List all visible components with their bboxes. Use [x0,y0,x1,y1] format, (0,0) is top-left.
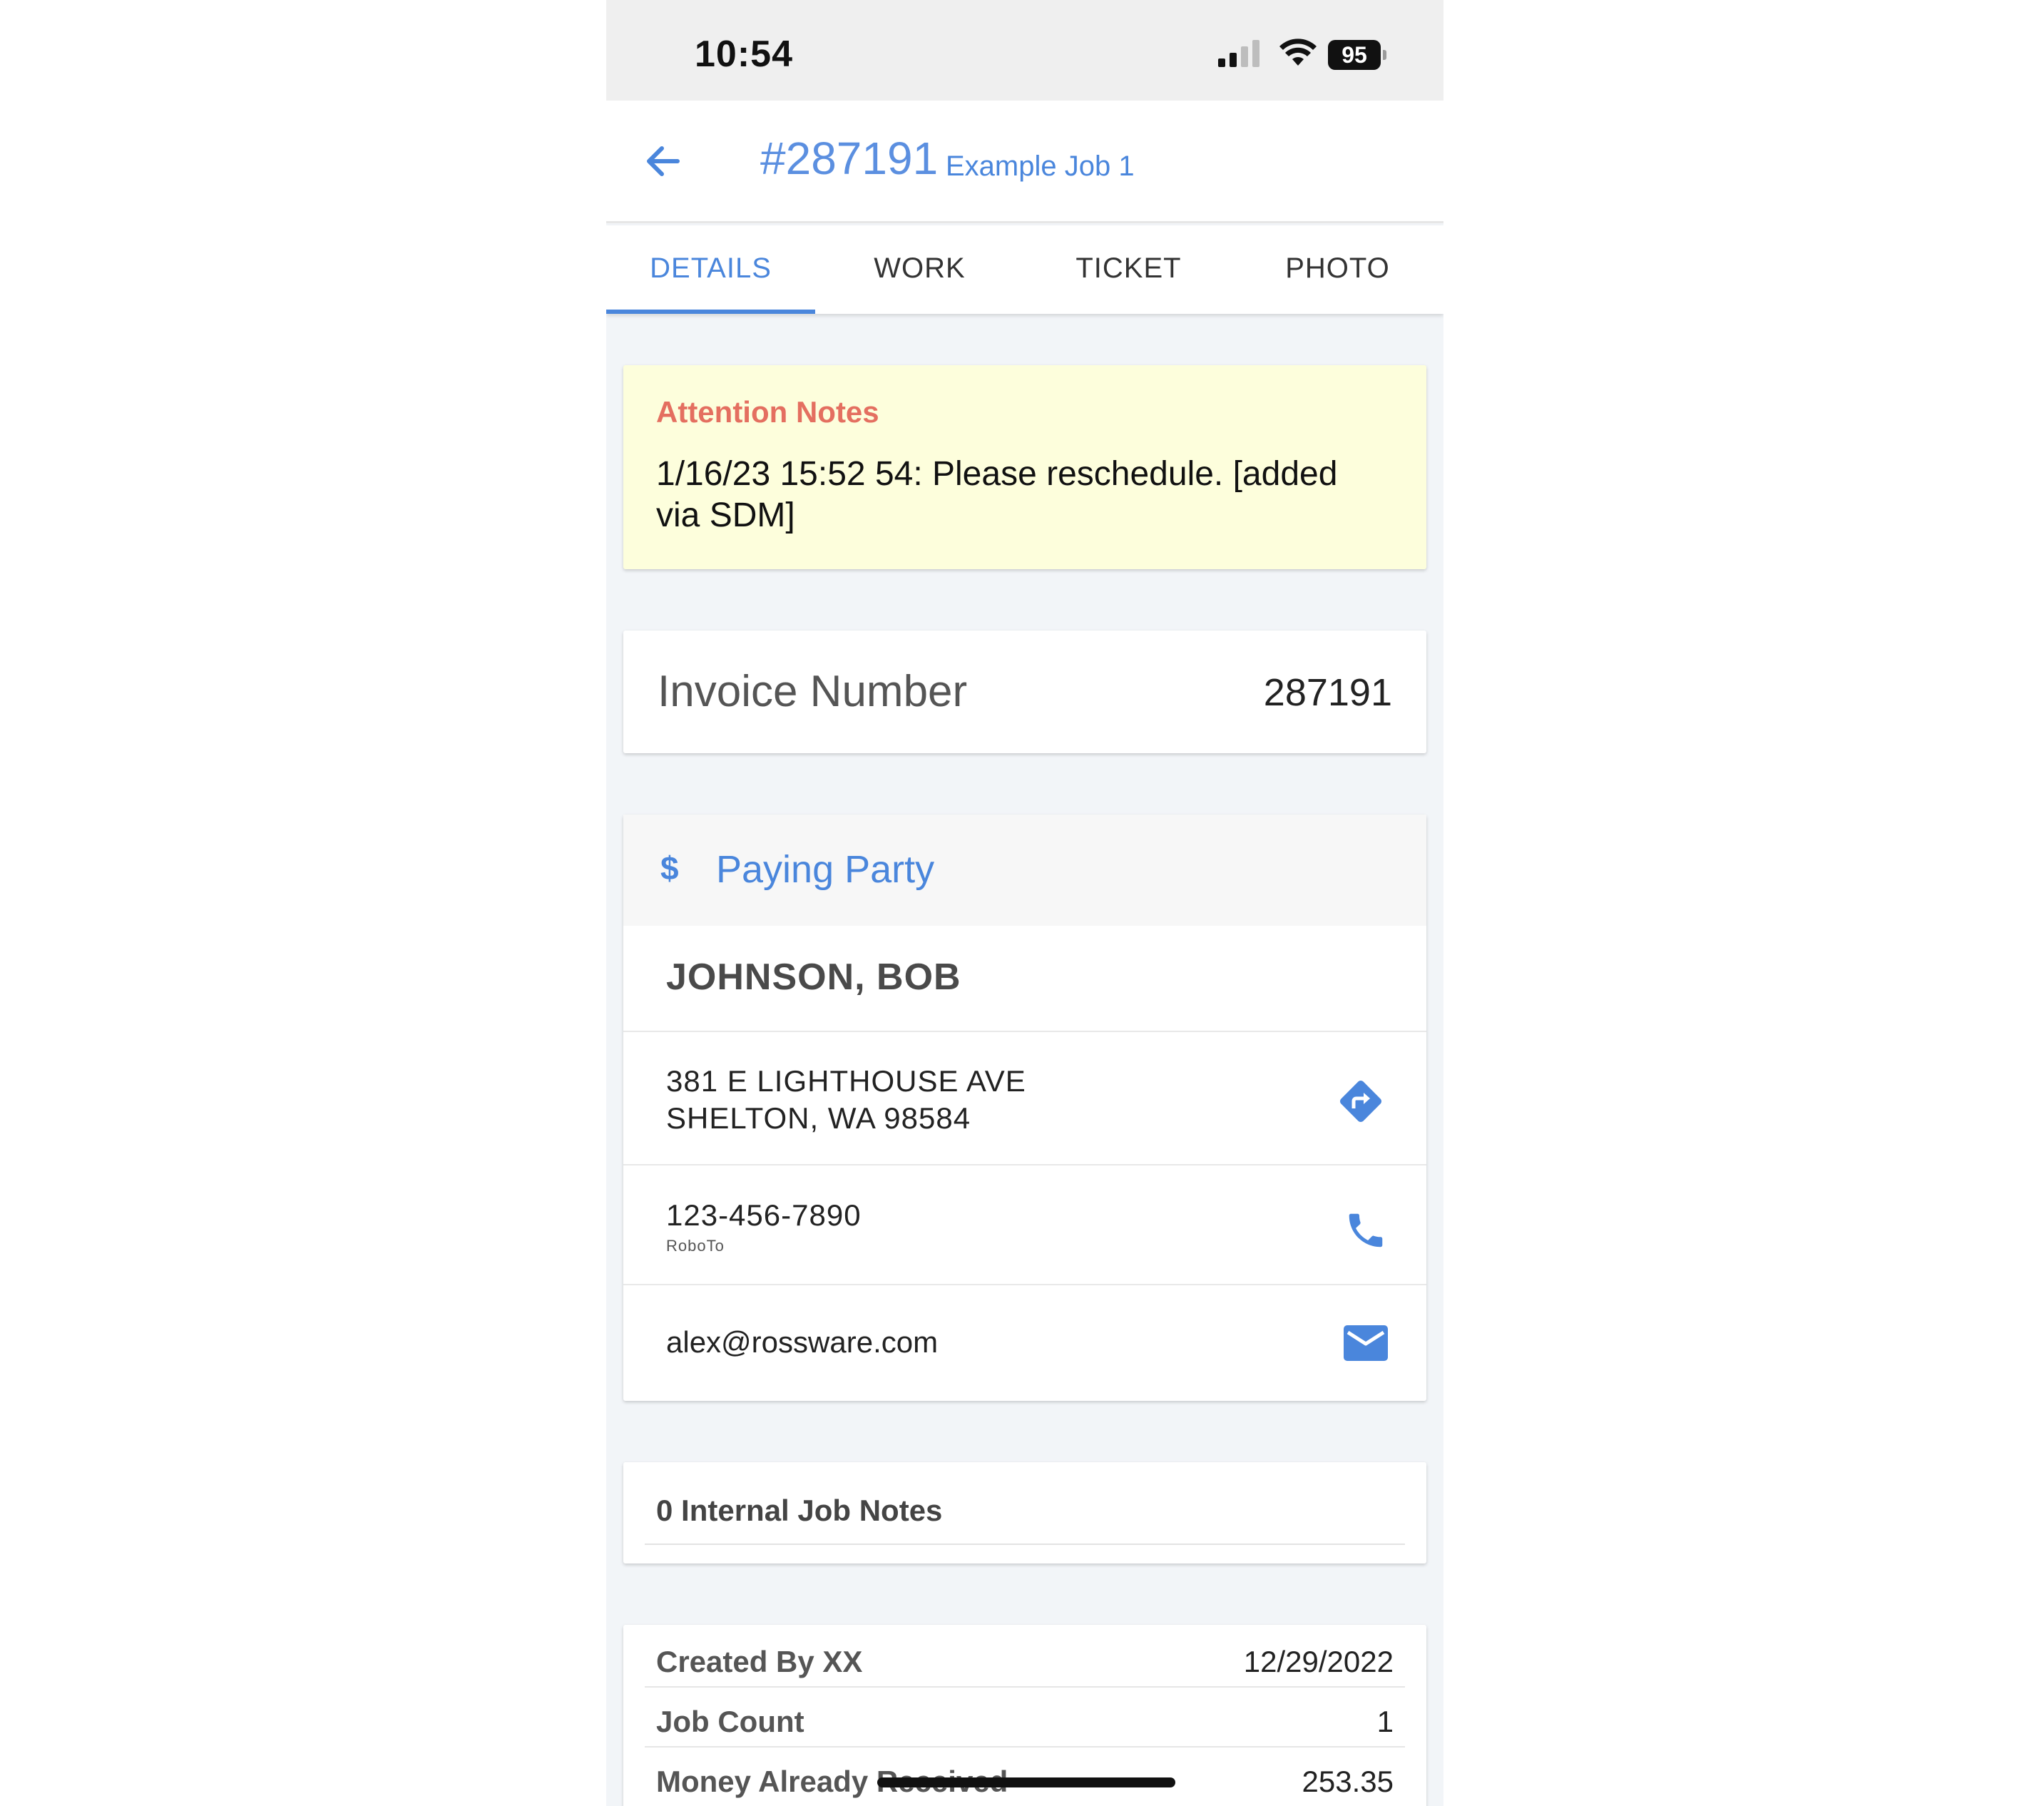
divider [645,1544,1405,1545]
address-line-1: 381 E LIGHTHOUSE AVE [666,1064,1026,1098]
active-tab-indicator [606,310,815,314]
customer-name: JOHNSON, BOB [666,956,961,998]
attention-notes-text: 1/16/23 15:52 54: Please reschedule. [ad… [656,455,1338,534]
dollar-icon: $ [660,850,679,887]
job-name: Example Job 1 [946,150,1135,182]
directions-icon[interactable] [1337,1077,1385,1126]
back-arrow-icon[interactable] [638,136,688,186]
meta-value: 253.35 [1302,1765,1394,1798]
meta-row-created-by: Created By XX 12/29/2022 [645,1628,1405,1688]
battery-icon: 95 [1328,40,1388,70]
phone-number: 123-456-7890 [666,1198,862,1232]
phone-icon[interactable] [1344,1208,1388,1253]
tab-ticket[interactable]: TICKET [1024,225,1233,314]
wifi-icon [1279,39,1317,66]
phone-label: RoboTo [666,1237,725,1255]
meta-label: Created By XX [656,1645,863,1678]
app-header: #287191 Example Job 1 [606,101,1443,223]
invoice-label: Invoice Number [658,667,968,716]
paying-party-card: $ Paying Party JOHNSON, BOB 381 E LIGHTH… [623,815,1426,1401]
home-indicator[interactable] [877,1777,1175,1787]
divider [623,1284,1426,1285]
tab-photo[interactable]: PHOTO [1233,225,1442,314]
invoice-value: 287191 [1263,671,1392,714]
internal-notes-title: 0 Internal Job Notes [656,1494,943,1527]
status-bar: 10:54 95 [606,0,1443,101]
cellular-signal-icon [1218,40,1259,67]
tab-bar: DETAILS WORK TICKET PHOTO [606,225,1443,314]
divider [623,1031,1426,1032]
email-icon[interactable] [1342,1322,1389,1364]
meta-value: 1 [1376,1705,1394,1738]
divider [623,1164,1426,1165]
attention-notes-card: Attention Notes 1/16/23 15:52 54: Please… [623,365,1426,569]
invoice-card: Invoice Number 287191 [623,631,1426,753]
status-time: 10:54 [695,34,793,75]
attention-notes-title: Attention Notes [656,395,879,429]
meta-label: Job Count [656,1705,804,1738]
meta-value: 12/29/2022 [1243,1645,1394,1678]
paying-party-title: Paying Party [716,848,935,891]
tab-details[interactable]: DETAILS [606,225,815,314]
job-number: #287191 [760,133,939,184]
email-address: alex@rossware.com [666,1325,939,1359]
battery-level: 95 [1328,40,1381,70]
meta-row-job-count: Job Count 1 [645,1688,1405,1748]
meta-row-money-received: Money Already Received 253.35 [645,1748,1405,1806]
internal-notes-card[interactable]: 0 Internal Job Notes [623,1462,1426,1563]
phone-screen: 10:54 95 #287191 Example Job 1 DETAILS W… [606,0,1443,1806]
tab-work[interactable]: WORK [815,225,1024,314]
address-line-2: SHELTON, WA 98584 [666,1101,971,1135]
paying-party-header: $ Paying Party [623,815,1426,926]
